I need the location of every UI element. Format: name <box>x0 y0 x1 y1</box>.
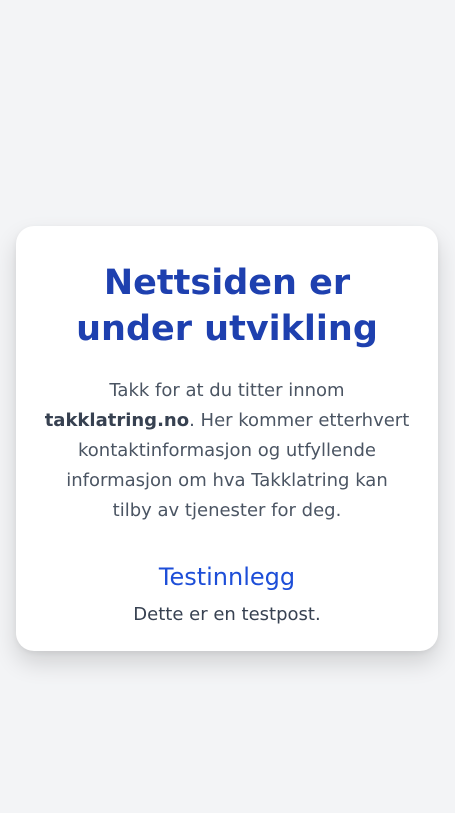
site-domain: takklatring.no <box>44 410 190 431</box>
post-title: Testinnlegg <box>158 563 296 591</box>
post-body: Dette er en testpost. <box>133 604 321 625</box>
intro-paragraph: Takk for at du titter innom takklatring.… <box>44 376 410 526</box>
intro-text-before: Takk for at du titter innom <box>109 380 345 401</box>
under-construction-card: Nettsiden er under utvikling Takk for at… <box>16 226 438 651</box>
page-title: Nettsiden er under utvikling <box>76 263 378 349</box>
